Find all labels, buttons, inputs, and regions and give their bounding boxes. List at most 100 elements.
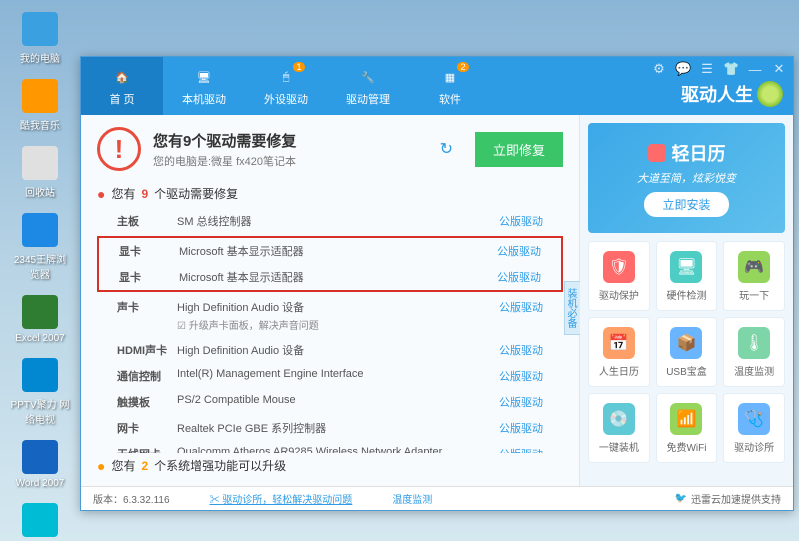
main-panel: ! 您有9个驱动需要修复 您的电脑是:微星 fx420笔记本 ↻ 立即修复 ● … — [81, 115, 579, 486]
driver-status[interactable]: 公版驱动 — [499, 446, 543, 453]
tool-label: 温度监测 — [734, 363, 774, 378]
promo-card[interactable]: 轻日历 大道至简，炫彩悦变 立即安装 — [588, 123, 785, 233]
tool-icon: 🩺 — [738, 403, 770, 435]
driver-desc: PS/2 Compatible Mouse — [177, 394, 499, 406]
tab-label: 外设驱动 — [264, 91, 308, 107]
side-panel: 装机必备 轻日历 大道至简，炫彩悦变 立即安装 🛡驱动保护🖥硬件检测🎮玩一下📅人… — [579, 115, 793, 486]
driver-row: 通信控制Intel(R) Management Engine Interface… — [97, 363, 563, 389]
driver-status[interactable]: 公版驱动 — [497, 243, 541, 259]
settings-icon[interactable]: ⚙ — [651, 61, 667, 77]
icon-label: Excel 2007 — [15, 333, 64, 344]
tab-icon: 🔧 — [356, 65, 380, 89]
driver-category: 显卡 — [119, 269, 179, 285]
driver-row: 触摸板PS/2 Compatible Mouse公版驱动 — [97, 389, 563, 415]
tool-温度监测[interactable]: 🌡 温度监测 — [723, 317, 785, 387]
driver-status[interactable]: 公版驱动 — [499, 368, 543, 384]
icon-label: 回收站 — [25, 184, 55, 199]
icon-label: 2345王牌浏览器 — [10, 251, 70, 281]
tab-label: 软件 — [439, 91, 461, 107]
nav-tab-2[interactable]: 🖱外设驱动1 — [245, 57, 327, 115]
window-controls: ⚙ 💬 ☰ 👕 — ✕ — [651, 61, 787, 77]
tool-icon: 📅 — [603, 327, 635, 359]
nav-tab-0[interactable]: 🏠首 页 — [81, 57, 163, 115]
driver-category: 显卡 — [119, 243, 179, 259]
skin-icon[interactable]: 👕 — [723, 61, 739, 77]
driver-category: 声卡 — [117, 299, 177, 315]
app-icon — [20, 10, 60, 48]
diagnosis-link[interactable]: ✂ 驱动诊所，轻松解决驱动问题 — [210, 491, 353, 506]
app-icon — [20, 438, 60, 476]
bullet-icon: ● — [97, 186, 105, 202]
alert-subtitle: 您的电脑是:微星 fx420笔记本 — [153, 153, 296, 169]
tool-label: 玩一下 — [739, 287, 769, 302]
desktop-icon[interactable]: Excel 2007 — [10, 293, 70, 344]
driver-status[interactable]: 公版驱动 — [499, 420, 543, 436]
desktop-icon[interactable]: 我的电脑 — [10, 10, 70, 65]
app-icon — [20, 501, 60, 539]
side-tab[interactable]: 装机必备 — [564, 281, 580, 335]
feedback-icon[interactable]: 💬 — [675, 61, 691, 77]
desktop-icon[interactable]: 回收站 — [10, 144, 70, 199]
desktop-icon[interactable]: 酷我音乐 — [10, 77, 70, 132]
driver-row: 显卡Microsoft 基本显示适配器公版驱动 — [99, 238, 561, 264]
refresh-icon[interactable]: ↻ — [440, 139, 453, 159]
menu-icon[interactable]: ☰ — [699, 61, 715, 77]
tool-label: 硬件检测 — [666, 287, 706, 302]
brand-text: 驱动人生 — [681, 81, 753, 107]
tool-硬件检测[interactable]: 🖥 硬件检测 — [656, 241, 718, 311]
nav-tab-3[interactable]: 🔧 驱动管理 — [327, 57, 409, 115]
brand: 驱动人生 — [681, 81, 783, 107]
tool-驱动诊所[interactable]: 🩺 驱动诊所 — [723, 393, 785, 463]
driver-category: 无线网卡 — [117, 446, 177, 453]
notification-badge: 2 — [457, 62, 469, 72]
driver-category: 触摸板 — [117, 394, 177, 410]
tool-label: 驱动诊所 — [734, 439, 774, 454]
driver-row: 无线网卡Qualcomm Atheros AR9285 Wireless Net… — [97, 441, 563, 453]
driver-status[interactable]: 公版驱动 — [499, 342, 543, 358]
fix-now-button[interactable]: 立即修复 — [475, 132, 563, 167]
driver-status[interactable]: 公版驱动 — [499, 394, 543, 410]
tool-icon: 📶 — [670, 403, 702, 435]
tool-人生日历[interactable]: 📅人生日历 — [588, 317, 650, 387]
nav-tab-4[interactable]: ▦软件2 — [409, 57, 491, 115]
app-icon — [20, 211, 60, 249]
driver-desc: High Definition Audio 设备 — [177, 342, 499, 358]
install-button[interactable]: 立即安装 — [644, 192, 728, 217]
tool-label: 免费WiFi — [666, 439, 706, 454]
tool-USB宝盒[interactable]: 📦USB宝盒 — [656, 317, 718, 387]
tool-驱动保护[interactable]: 🛡驱动保护 — [588, 241, 650, 311]
tool-icon: 🛡 — [603, 251, 635, 283]
version-text: 版本：6.3.32.116 — [93, 491, 170, 506]
nav-tab-1[interactable]: 🖥本机驱动 — [163, 57, 245, 115]
tool-玩一下[interactable]: 🎮 玩一下 — [723, 241, 785, 311]
driver-status[interactable]: 公版驱动 — [499, 299, 543, 315]
alert-title: 您有9个驱动需要修复 — [153, 130, 296, 151]
highlighted-drivers: 显卡Microsoft 基本显示适配器公版驱动显卡Microsoft 基本显示适… — [97, 236, 563, 292]
tab-label: 本机驱动 — [182, 91, 226, 107]
driver-row: HDMI声卡High Definition Audio 设备公版驱动 — [97, 337, 563, 363]
temperature-link[interactable]: 温度监测 — [392, 491, 432, 506]
tool-icon: 🎮 — [738, 251, 770, 283]
driver-list: 主板SM 总线控制器公版驱动显卡Microsoft 基本显示适配器公版驱动显卡M… — [97, 208, 563, 453]
content: ! 您有9个驱动需要修复 您的电脑是:微星 fx420笔记本 ↻ 立即修复 ● … — [81, 115, 793, 486]
close-icon[interactable]: ✕ — [771, 61, 787, 77]
tab-label: 驱动管理 — [346, 91, 390, 107]
driver-category: 网卡 — [117, 420, 177, 436]
minimize-icon[interactable]: — — [747, 62, 763, 77]
alert-icon: ! — [97, 127, 141, 171]
driver-status[interactable]: 公版驱动 — [499, 213, 543, 229]
icon-label: 我的电脑 — [20, 50, 60, 65]
tool-一键装机[interactable]: 💿一键装机 — [588, 393, 650, 463]
notification-badge: 1 — [293, 62, 305, 72]
tool-icon: 🌡 — [738, 327, 770, 359]
thunder-support: 🐦 迅雷云加速提供支持 — [675, 491, 781, 506]
tool-icon: 🖥 — [670, 251, 702, 283]
desktop-icon[interactable]: PPTV聚力 网络电视 — [10, 356, 70, 426]
brand-gear-icon — [757, 81, 783, 107]
icon-label: 酷我音乐 — [20, 117, 60, 132]
tool-免费WiFi[interactable]: 📶 免费WiFi — [656, 393, 718, 463]
desktop-icon[interactable]: 2345王牌浏览器 — [10, 211, 70, 281]
desktop-icon[interactable]: Word 2007 — [10, 438, 70, 489]
driver-status[interactable]: 公版驱动 — [497, 269, 541, 285]
desktop-icon[interactable] — [10, 501, 70, 541]
